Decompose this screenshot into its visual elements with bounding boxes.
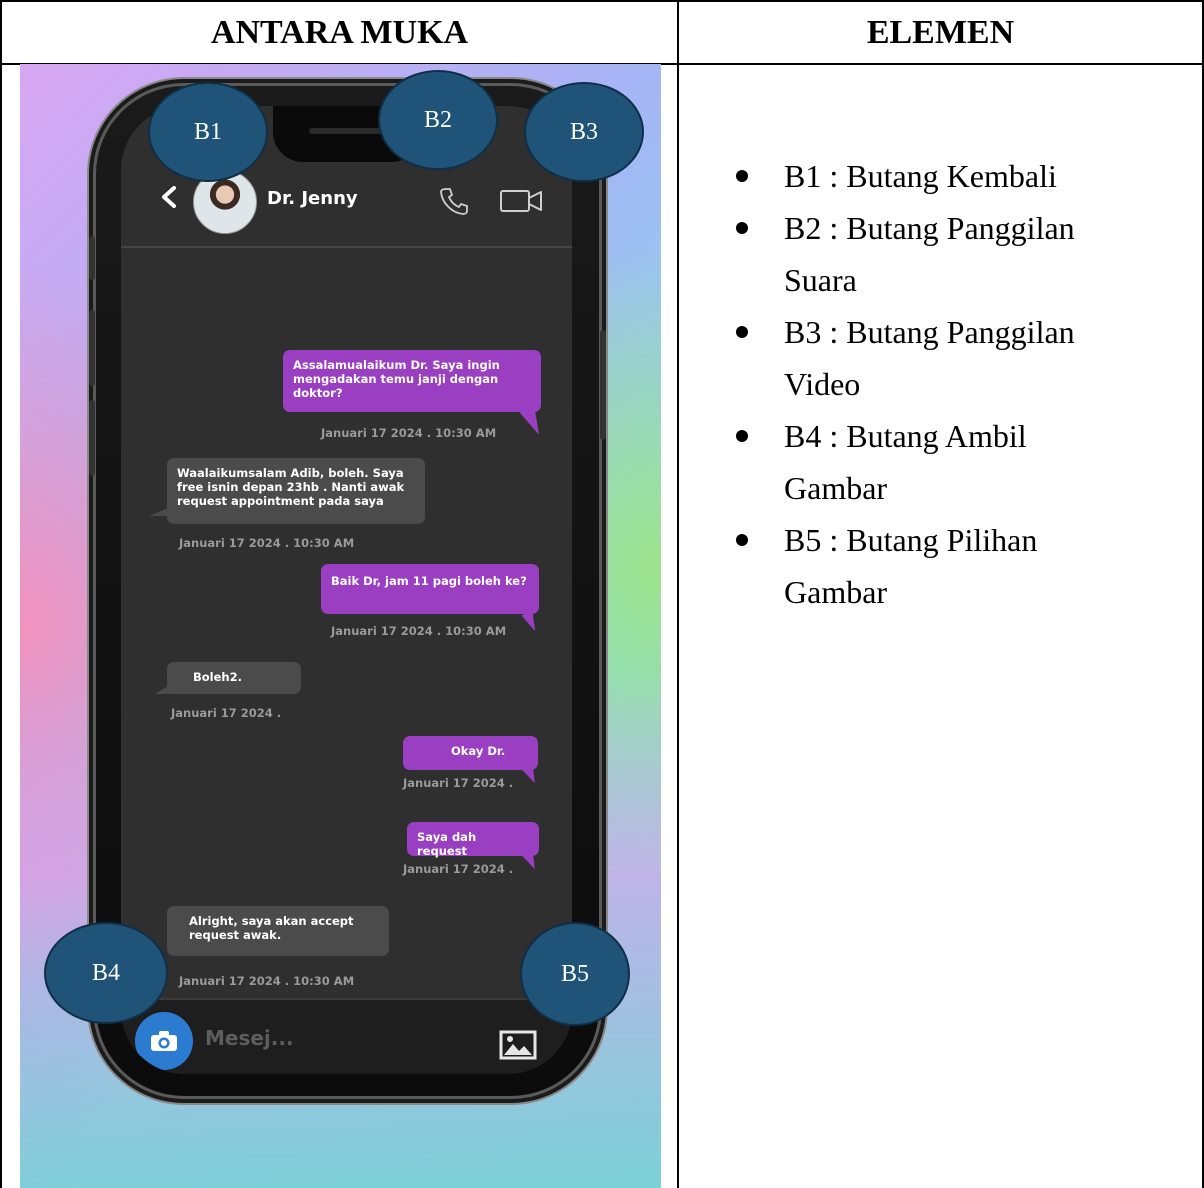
phone-side-button: [89, 310, 95, 386]
table-border-left: [0, 0, 2, 1188]
message-bubble-outgoing: Assalamualaikum Dr. Saya ingin mengadaka…: [283, 350, 541, 412]
message-timestamp: Januari 17 2024 . 10:30 AM: [179, 536, 355, 550]
callout-label: B5: [560, 960, 589, 987]
message-line: Baik Dr, jam 11 pagi boleh ke?: [331, 574, 527, 588]
contact-name: Dr. Jenny: [267, 188, 358, 209]
callout-b1: B1: [148, 82, 268, 182]
bubble-tail: [155, 684, 171, 694]
camera-button[interactable]: [135, 1012, 193, 1070]
callout-label: B3: [569, 118, 598, 145]
callout-label: B2: [423, 106, 452, 133]
message-line: request appointment pada saya: [177, 494, 384, 508]
message-input[interactable]: Mesej...: [205, 1026, 294, 1050]
header-elemen: ELEMEN: [866, 14, 1015, 51]
phone-side-button: [89, 400, 95, 476]
message-timestamp: Januari 17 2024 .: [171, 706, 282, 720]
bubble-tail: [521, 610, 541, 634]
camera-icon: [151, 1031, 177, 1051]
list-item: B1 : Butang Kembali: [728, 150, 1188, 202]
table-border-middle: [677, 0, 679, 1188]
message-input-bar: Mesej...: [121, 998, 572, 1074]
chat-screen: Dr. Jenny Assalamualaikum Dr. Saya ingin…: [121, 106, 572, 1074]
callout-label: B4: [91, 959, 120, 986]
callout-b5: B5: [520, 922, 630, 1026]
message-line: Waalaikumsalam Adib, boleh. Saya: [177, 466, 404, 480]
phone-side-button: [600, 330, 606, 440]
list-item: B5 : Butang Pilihan Gambar: [728, 514, 1094, 618]
message-line: Assalamualaikum Dr. Saya ingin: [293, 358, 500, 372]
phone-icon[interactable]: [439, 186, 469, 216]
callout-b3: B3: [524, 82, 644, 182]
message-line: mengadakan temu janji dengan: [293, 372, 499, 386]
bubble-tail: [521, 850, 541, 872]
callout-label: B1: [193, 118, 222, 145]
chevron-left-icon[interactable]: [159, 186, 181, 208]
message-timestamp: Januari 17 2024 . 10:30 AM: [179, 974, 355, 988]
message-bubble-outgoing: Baik Dr, jam 11 pagi boleh ke?: [321, 564, 539, 614]
header-antara-muka: ANTARA MUKA: [210, 14, 469, 51]
elements-list: B1 : Butang Kembali B2 : Butang Panggila…: [728, 150, 1188, 618]
list-item: B3 : Butang Panggilan Video: [728, 306, 1114, 410]
message-bubble-incoming: Boleh2.: [167, 662, 301, 694]
bubble-tail: [521, 764, 541, 786]
message-timestamp: Januari 17 2024 . 10:30 AM: [331, 624, 507, 638]
message-bubble-outgoing: Saya dah request: [407, 822, 539, 858]
message-timestamp: Januari 17 2024 . 10:30 AM: [321, 426, 497, 440]
bubble-tail: [519, 405, 547, 439]
message-timestamp: Januari 17 2024 .: [403, 862, 514, 876]
list-item: B4 : Butang Ambil Gambar: [728, 410, 1074, 514]
phone-side-button: [89, 236, 95, 280]
message-bubble-incoming: Alright, saya akan accept request awak.: [167, 906, 389, 956]
callout-b2: B2: [378, 70, 498, 170]
message-line: request awak.: [189, 928, 282, 942]
message-line: Saya dah request: [417, 830, 477, 858]
video-camera-icon[interactable]: [499, 188, 545, 214]
phone-speaker: [309, 128, 385, 134]
callout-b4: B4: [44, 922, 168, 1024]
image-icon[interactable]: [499, 1030, 537, 1060]
message-bubble-outgoing: Okay Dr.: [403, 736, 538, 770]
bubble-tail: [149, 506, 173, 516]
message-line: Boleh2.: [193, 670, 242, 684]
message-timestamp: Januari 17 2024 .: [403, 776, 514, 790]
message-line: doktor?: [293, 386, 343, 400]
message-line: Okay Dr.: [451, 744, 506, 758]
message-bubble-incoming: Waalaikumsalam Adib, boleh. Saya free is…: [167, 458, 425, 524]
message-line: free isnin depan 23hb . Nanti awak: [177, 480, 405, 494]
list-item: B2 : Butang Panggilan Suara: [728, 202, 1114, 306]
message-line: Alright, saya akan accept: [189, 914, 354, 928]
